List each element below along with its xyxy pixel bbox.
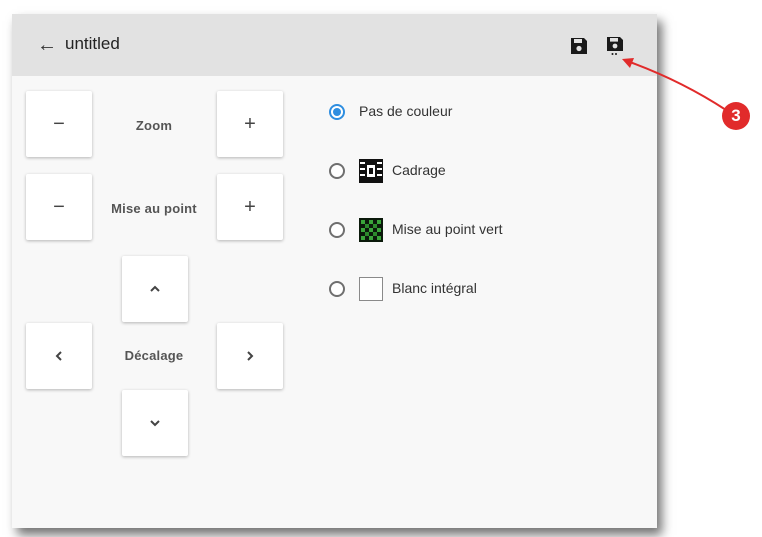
step-number-badge: 3 xyxy=(722,102,750,130)
annotation-arrow xyxy=(622,58,727,111)
